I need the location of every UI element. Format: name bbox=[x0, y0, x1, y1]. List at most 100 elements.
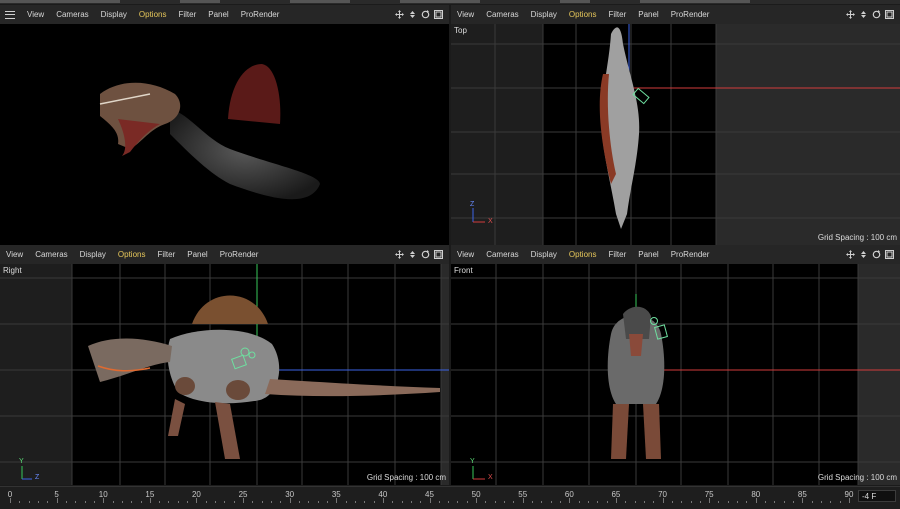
timeline-tick-mark bbox=[849, 498, 850, 503]
top-view-canvas[interactable]: Z X bbox=[451, 24, 900, 245]
viewport-perspective[interactable]: View Cameras Display Options Filter Pane… bbox=[0, 5, 449, 245]
timeline-tick-mark bbox=[821, 501, 823, 503]
menu-display[interactable]: Display bbox=[525, 10, 563, 19]
menu-filter[interactable]: Filter bbox=[172, 10, 202, 19]
right-view-scene bbox=[0, 264, 449, 485]
front-view-canvas[interactable]: Y X bbox=[451, 264, 900, 485]
timeline-tick-mark bbox=[476, 498, 478, 503]
menu-options[interactable]: Options bbox=[112, 250, 152, 259]
timeline-tick-mark bbox=[56, 498, 58, 503]
timeline-tick-mark bbox=[317, 501, 319, 503]
menu-filter[interactable]: Filter bbox=[151, 250, 181, 259]
axis-z-label: Z bbox=[470, 201, 475, 208]
timeline-tick-mark bbox=[811, 501, 813, 503]
zoom-view-icon[interactable] bbox=[859, 10, 868, 19]
menu-view[interactable]: View bbox=[451, 250, 480, 259]
maximize-view-icon[interactable] bbox=[434, 250, 443, 259]
timeline-tick-mark bbox=[373, 501, 375, 503]
timeline-tick-mark bbox=[606, 501, 608, 503]
perspective-view-canvas[interactable] bbox=[0, 24, 449, 245]
timeline-tick-mark bbox=[410, 501, 412, 503]
timeline-tick-mark bbox=[438, 501, 440, 503]
timeline-tick-mark bbox=[159, 501, 161, 503]
move-view-icon[interactable] bbox=[846, 250, 855, 259]
timeline-tick-mark bbox=[615, 498, 617, 503]
menu-prorender[interactable]: ProRender bbox=[665, 10, 716, 19]
menu-options[interactable]: Options bbox=[563, 10, 603, 19]
move-view-icon[interactable] bbox=[395, 10, 404, 19]
viewport-front[interactable]: View Cameras Display Options Filter Pane… bbox=[451, 245, 900, 485]
timeline-tick-mark bbox=[252, 501, 254, 503]
menu-panel[interactable]: Panel bbox=[632, 250, 664, 259]
hamburger-icon[interactable] bbox=[5, 10, 15, 19]
timeline-tick-mark bbox=[103, 498, 105, 503]
current-frame-field[interactable]: -4 F bbox=[858, 490, 896, 502]
timeline-bar[interactable]: 0 5 10 15 20 25 30 35 40 45 50 55 60 65 70 75 80 85 90 -4 … bbox=[0, 486, 900, 509]
menu-view[interactable]: View bbox=[21, 10, 50, 19]
timeline-tick-mark bbox=[84, 501, 86, 503]
menu-cameras[interactable]: Cameras bbox=[480, 250, 524, 259]
move-view-icon[interactable] bbox=[395, 250, 404, 259]
menu-panel[interactable]: Panel bbox=[181, 250, 213, 259]
menu-cameras[interactable]: Cameras bbox=[29, 250, 73, 259]
menu-view[interactable]: View bbox=[451, 10, 480, 19]
move-view-icon[interactable] bbox=[846, 10, 855, 19]
timeline-tick-mark bbox=[298, 501, 300, 503]
menu-display[interactable]: Display bbox=[95, 10, 133, 19]
timeline-tick-mark bbox=[746, 501, 748, 503]
timeline-tick-mark bbox=[494, 501, 496, 503]
menu-cameras[interactable]: Cameras bbox=[480, 10, 524, 19]
timeline-tick-mark bbox=[560, 501, 561, 503]
rotate-view-icon[interactable] bbox=[421, 250, 430, 259]
menu-options[interactable]: Options bbox=[563, 250, 603, 259]
timeline-tick-mark bbox=[448, 501, 450, 503]
menu-prorender[interactable]: ProRender bbox=[235, 10, 286, 19]
timeline-tick-mark bbox=[662, 498, 664, 503]
rotate-view-icon[interactable] bbox=[872, 250, 881, 259]
timeline-tick-mark bbox=[597, 501, 599, 503]
maximize-view-icon[interactable] bbox=[885, 10, 894, 19]
timeline-tick-mark bbox=[93, 501, 95, 503]
menu-filter[interactable]: Filter bbox=[602, 250, 632, 259]
timeline-tick-mark bbox=[140, 501, 142, 503]
right-view-canvas[interactable]: Y Z bbox=[0, 264, 449, 485]
zoom-view-icon[interactable] bbox=[859, 250, 868, 259]
menu-display[interactable]: Display bbox=[74, 250, 112, 259]
timeline-tick-mark bbox=[261, 501, 263, 503]
timeline-tick-mark bbox=[681, 501, 683, 503]
menu-panel[interactable]: Panel bbox=[632, 10, 664, 19]
rotate-view-icon[interactable] bbox=[421, 10, 430, 19]
menu-filter[interactable]: Filter bbox=[602, 10, 632, 19]
timeline-tick-mark bbox=[541, 501, 543, 503]
timeline-tick-mark bbox=[112, 501, 114, 503]
menu-options[interactable]: Options bbox=[133, 10, 173, 19]
timeline-tick-mark bbox=[793, 501, 795, 503]
axis-x-label: X bbox=[488, 474, 493, 481]
timeline-tick-mark bbox=[243, 498, 245, 503]
front-view-scene bbox=[451, 264, 900, 485]
viewport-right[interactable]: View Cameras Display Options Filter Pane… bbox=[0, 245, 449, 485]
axis-y-label: Y bbox=[470, 458, 475, 465]
zoom-view-icon[interactable] bbox=[408, 10, 417, 19]
menu-view[interactable]: View bbox=[0, 250, 29, 259]
rotate-view-icon[interactable] bbox=[872, 10, 881, 19]
timeline-tick-mark bbox=[28, 501, 30, 503]
menu-panel[interactable]: Panel bbox=[202, 10, 234, 19]
menu-cameras[interactable]: Cameras bbox=[50, 10, 94, 19]
zoom-view-icon[interactable] bbox=[408, 250, 417, 259]
viewport-top[interactable]: View Cameras Display Options Filter Pane… bbox=[451, 5, 900, 245]
menu-prorender[interactable]: ProRender bbox=[214, 250, 265, 259]
menu-prorender[interactable]: ProRender bbox=[665, 250, 716, 259]
timeline-tick-mark bbox=[19, 501, 21, 503]
menu-display[interactable]: Display bbox=[525, 250, 563, 259]
timeline-tick-mark bbox=[75, 501, 77, 503]
timeline-tick-mark bbox=[830, 501, 832, 503]
maximize-view-icon[interactable] bbox=[885, 250, 894, 259]
timeline-tick-mark bbox=[783, 501, 785, 503]
timeline-tick-mark bbox=[765, 501, 767, 503]
timeline-tick-mark bbox=[532, 501, 534, 503]
maximize-view-icon[interactable] bbox=[434, 10, 443, 19]
dinosaur-render-perspective bbox=[99, 64, 320, 200]
timeline-tick-mark bbox=[65, 501, 67, 503]
timeline-ruler[interactable]: 0 5 10 15 20 25 30 35 40 45 50 55 60 65 70 75 80 85 90 bbox=[0, 489, 856, 503]
